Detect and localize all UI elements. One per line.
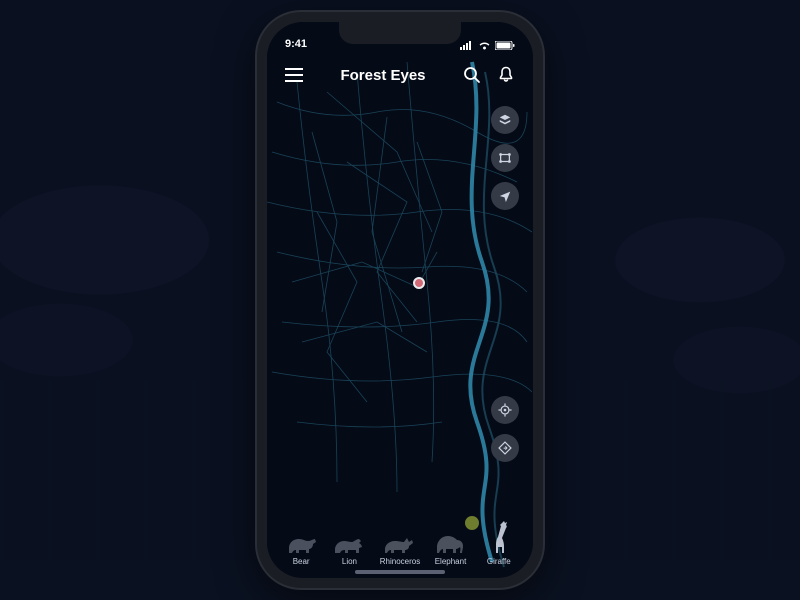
animal-filter-elephant[interactable]: Elephant (433, 525, 469, 566)
phone-frame: 9:41 Forest Eyes (257, 12, 543, 588)
lion-icon (332, 535, 366, 555)
app-header: Forest Eyes (267, 56, 533, 94)
directions-button[interactable] (491, 434, 519, 462)
bear-icon (284, 533, 318, 555)
layers-icon (498, 113, 512, 127)
animal-label: Lion (342, 557, 357, 566)
home-indicator (355, 570, 445, 574)
directions-icon (498, 441, 512, 455)
battery-icon (495, 41, 515, 50)
navigate-button[interactable] (491, 182, 519, 210)
notifications-button[interactable] (495, 64, 517, 86)
animal-label: Bear (293, 557, 310, 566)
bounds-icon (498, 151, 512, 165)
map-tools-bottom (491, 396, 519, 462)
bounds-button[interactable] (491, 144, 519, 172)
animal-label: Rhinoceros (380, 557, 420, 566)
phone-notch (339, 22, 461, 44)
map-tools-top (491, 106, 519, 210)
target-crosshair-icon (498, 403, 512, 417)
status-icons (460, 41, 515, 50)
layers-button[interactable] (491, 106, 519, 134)
app-title: Forest Eyes (305, 67, 461, 84)
animal-label: Giraffe (487, 557, 511, 566)
phone-screen: 9:41 Forest Eyes (267, 22, 533, 578)
animal-filter-rhinoceros[interactable]: Rhinoceros (380, 525, 420, 566)
navigate-arrow-icon (498, 189, 512, 203)
wifi-icon (478, 41, 491, 50)
giraffe-icon (487, 521, 511, 555)
elephant-icon (433, 529, 469, 555)
menu-button[interactable] (283, 64, 305, 86)
search-button[interactable] (461, 64, 483, 86)
animal-filter-lion[interactable]: Lion (331, 525, 367, 566)
current-location-marker[interactable] (413, 277, 425, 289)
animal-filter-giraffe[interactable]: Giraffe (481, 525, 517, 566)
status-time: 9:41 (285, 38, 307, 50)
search-icon (463, 66, 481, 84)
animal-filter-row: Bear Lion Rhinoceros Elephant Giraffe (267, 525, 533, 566)
recenter-button[interactable] (491, 396, 519, 424)
bell-icon (498, 66, 514, 84)
signal-icon (460, 41, 474, 50)
menu-icon (285, 68, 303, 82)
animal-label: Elephant (435, 557, 467, 566)
rhino-icon (382, 535, 418, 555)
animal-filter-bear[interactable]: Bear (283, 525, 319, 566)
